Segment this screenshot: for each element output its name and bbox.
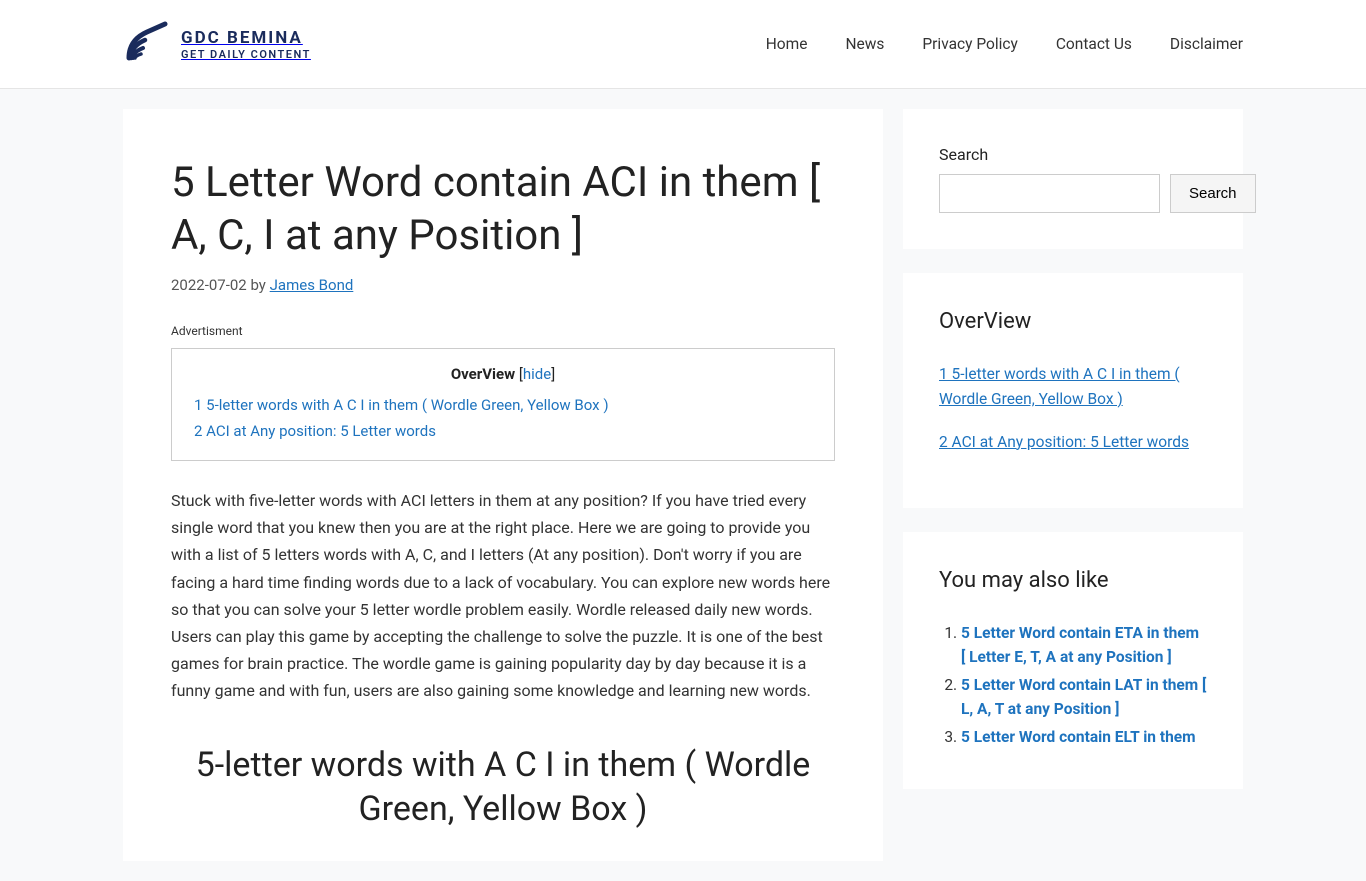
advert-label: Advertisment (171, 324, 835, 338)
toc-hide-link[interactable]: hide (523, 365, 551, 383)
article-meta: 2022-07-02 by James Bond (171, 276, 835, 294)
related-item: 5 Letter Word contain ETA in them [ Lett… (961, 621, 1207, 669)
logo-icon (123, 20, 171, 68)
overview-title: OverView (939, 309, 1207, 334)
section-heading: 5-letter words with A C I in them ( Word… (171, 743, 835, 831)
toc-title: OverView (451, 365, 515, 383)
related-link-1[interactable]: 5 Letter Word contain ETA in them [ Lett… (961, 624, 1199, 666)
article-date: 2022-07-02 (171, 276, 247, 294)
overview-link-2[interactable]: 2 ACI at Any position: 5 Letter words (939, 433, 1189, 451)
related-item: 5 Letter Word contain ELT in them (961, 725, 1207, 749)
table-of-contents: OverView [hide] 1 5-letter words with A … (171, 348, 835, 461)
overview-link-1[interactable]: 1 5-letter words with A C I in them ( Wo… (939, 365, 1180, 408)
related-item: 5 Letter Word contain LAT in them [ L, A… (961, 673, 1207, 721)
site-logo-link[interactable]: GDC BEMINA GET DAILY CONTENT (123, 20, 311, 68)
sidebar: Search Search OverView 1 5-letter words … (903, 109, 1243, 861)
overview-item: 2 ACI at Any position: 5 Letter words (939, 430, 1207, 455)
related-widget: You may also like 5 Letter Word contain … (903, 532, 1243, 789)
nav-home[interactable]: Home (766, 35, 808, 53)
search-label: Search (939, 145, 1207, 164)
logo-title: GDC BEMINA (181, 28, 311, 48)
search-widget: Search Search (903, 109, 1243, 249)
main-nav: Home News Privacy Policy Contact Us Disc… (766, 35, 1243, 53)
toc-link-2[interactable]: 2 ACI at Any position: 5 Letter words (194, 422, 436, 440)
logo-subtitle: GET DAILY CONTENT (181, 48, 311, 61)
article-title: 5 Letter Word contain ACI in them [ A, C… (171, 157, 835, 262)
overview-widget: OverView 1 5-letter words with A C I in … (903, 273, 1243, 508)
article-by: by (250, 276, 265, 294)
nav-news[interactable]: News (845, 35, 884, 53)
related-title: You may also like (939, 568, 1207, 593)
search-input[interactable] (939, 174, 1160, 213)
nav-contact[interactable]: Contact Us (1056, 35, 1132, 53)
article-body: Stuck with five-letter words with ACI le… (171, 487, 835, 705)
article-main: 5 Letter Word contain ACI in them [ A, C… (123, 109, 883, 861)
related-link-3[interactable]: 5 Letter Word contain ELT in them (961, 728, 1196, 746)
overview-item: 1 5-letter words with A C I in them ( Wo… (939, 362, 1207, 412)
related-link-2[interactable]: 5 Letter Word contain LAT in them [ L, A… (961, 676, 1206, 718)
site-header: GDC BEMINA GET DAILY CONTENT Home News P… (0, 0, 1366, 89)
toc-item: 2 ACI at Any position: 5 Letter words (194, 419, 812, 445)
toc-link-1[interactable]: 1 5-letter words with A C I in them ( Wo… (194, 396, 609, 414)
toc-item: 1 5-letter words with A C I in them ( Wo… (194, 393, 812, 419)
article-author-link[interactable]: James Bond (270, 276, 354, 294)
nav-disclaimer[interactable]: Disclaimer (1170, 35, 1243, 53)
search-button[interactable]: Search (1170, 174, 1256, 213)
nav-privacy[interactable]: Privacy Policy (922, 35, 1017, 53)
